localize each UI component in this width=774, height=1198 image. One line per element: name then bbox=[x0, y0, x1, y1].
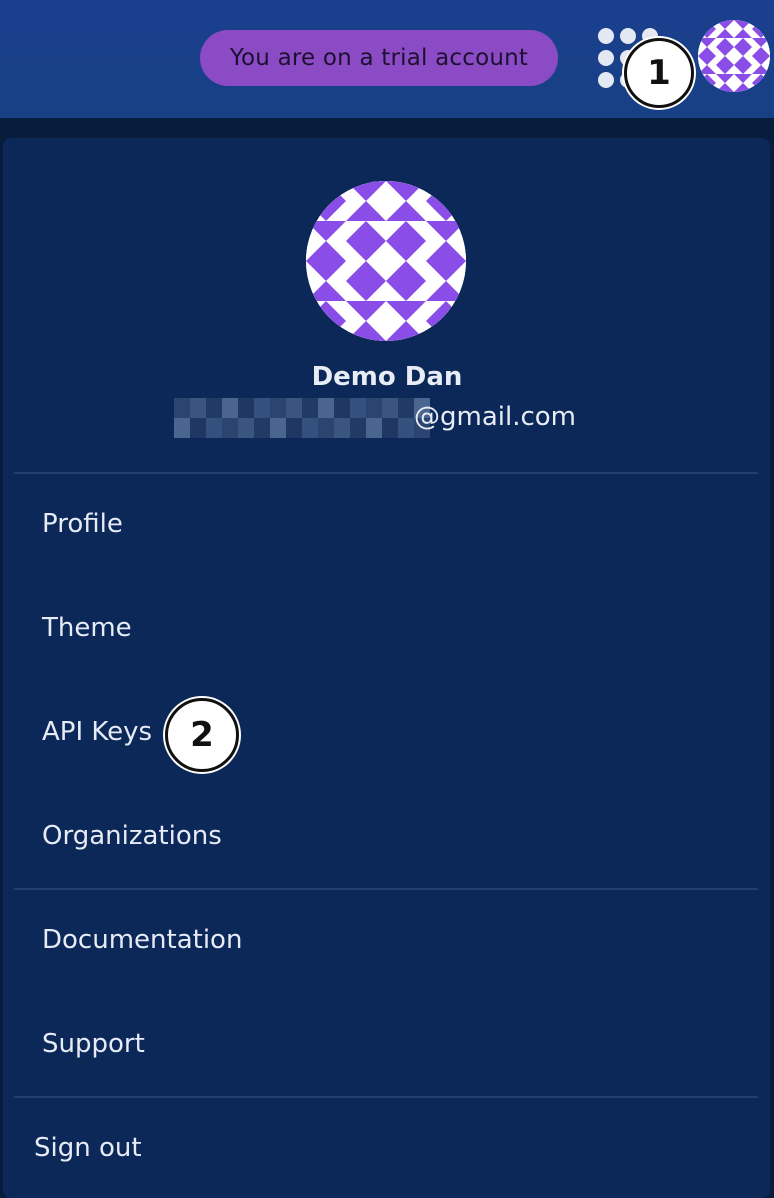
mosaic-block bbox=[366, 418, 382, 438]
grid-dot bbox=[598, 50, 614, 66]
mosaic-block bbox=[382, 398, 398, 418]
mosaic-block bbox=[334, 398, 350, 418]
trial-account-badge[interactable]: You are on a trial account bbox=[200, 30, 558, 86]
menu-divider bbox=[14, 1096, 758, 1098]
mosaic-block bbox=[318, 398, 334, 418]
mosaic-block bbox=[222, 418, 238, 438]
mosaic-block bbox=[238, 418, 254, 438]
mosaic-block bbox=[398, 418, 414, 438]
user-name: Demo Dan bbox=[311, 362, 463, 392]
grid-dot bbox=[598, 28, 614, 44]
mosaic-block bbox=[270, 418, 286, 438]
mosaic-block bbox=[254, 398, 270, 418]
menu-item-documentation[interactable]: Documentation bbox=[42, 922, 242, 958]
mosaic-block bbox=[190, 398, 206, 418]
email-redaction-mosaic bbox=[174, 398, 430, 438]
profile-avatar bbox=[306, 181, 466, 341]
grid-dot bbox=[598, 72, 614, 88]
mosaic-block bbox=[270, 398, 286, 418]
mosaic-block bbox=[382, 418, 398, 438]
menu-divider bbox=[14, 888, 758, 890]
mosaic-block bbox=[366, 398, 382, 418]
mosaic-block bbox=[238, 398, 254, 418]
mosaic-block bbox=[286, 398, 302, 418]
mosaic-block bbox=[350, 418, 366, 438]
mosaic-block bbox=[334, 418, 350, 438]
identicon-avatar-icon bbox=[306, 181, 466, 341]
mosaic-block bbox=[222, 398, 238, 418]
mosaic-block bbox=[350, 398, 366, 418]
menu-item-organizations[interactable]: Organizations bbox=[42, 818, 222, 854]
mosaic-block bbox=[190, 418, 206, 438]
menu-item-profile[interactable]: Profile bbox=[42, 506, 123, 542]
email-domain-text: @gmail.com bbox=[414, 402, 577, 432]
menu-divider bbox=[14, 472, 758, 474]
mosaic-block bbox=[206, 398, 222, 418]
user-avatar-button[interactable] bbox=[698, 20, 770, 92]
identicon-avatar-icon bbox=[698, 20, 770, 92]
step-marker-1: 1 bbox=[624, 38, 694, 108]
grid-dot bbox=[620, 28, 636, 44]
mosaic-block bbox=[302, 418, 318, 438]
user-email: @gmail.com bbox=[174, 398, 604, 438]
mosaic-block bbox=[318, 418, 334, 438]
mosaic-block bbox=[206, 418, 222, 438]
menu-item-api-keys[interactable]: API Keys bbox=[42, 714, 152, 750]
mosaic-block bbox=[174, 418, 190, 438]
sign-out-link[interactable]: Sign out bbox=[34, 1130, 142, 1166]
mosaic-block bbox=[254, 418, 270, 438]
menu-item-theme[interactable]: Theme bbox=[42, 610, 132, 646]
mosaic-block bbox=[398, 398, 414, 418]
step-marker-2: 2 bbox=[165, 698, 239, 772]
mosaic-block bbox=[174, 398, 190, 418]
mosaic-block bbox=[286, 418, 302, 438]
mosaic-block bbox=[302, 398, 318, 418]
menu-item-support[interactable]: Support bbox=[42, 1026, 145, 1062]
